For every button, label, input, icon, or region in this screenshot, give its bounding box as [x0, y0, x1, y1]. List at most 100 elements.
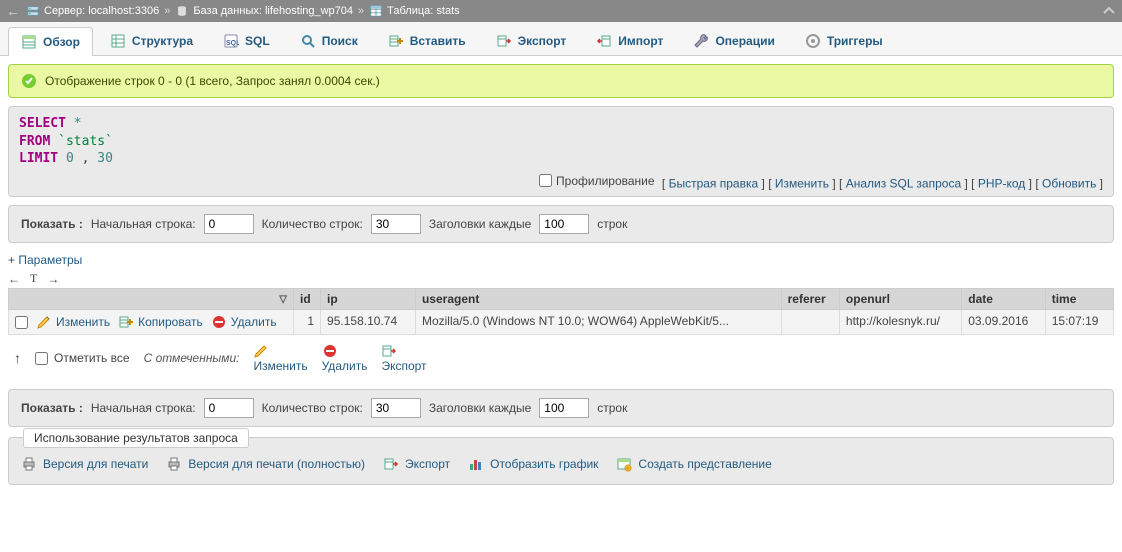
- copy-icon: [118, 314, 134, 330]
- row-delete-link[interactable]: Удалить: [211, 314, 277, 330]
- tab-operations[interactable]: Операции: [680, 26, 787, 55]
- bulk-delete-link[interactable]: Удалить: [322, 343, 368, 373]
- sql-limit-b: 30: [97, 151, 113, 166]
- sql-ident: `stats`: [58, 134, 113, 149]
- print-full-label: Версия для печати (полностью): [188, 457, 365, 471]
- row-count-input[interactable]: [371, 214, 421, 234]
- pagination-controls-top: Показать : Начальная строка: Количество …: [8, 205, 1114, 243]
- server-icon: [26, 4, 40, 18]
- collapse-icon[interactable]: [1102, 4, 1116, 18]
- show-label-bottom: Показать :: [21, 401, 83, 415]
- tab-search[interactable]: Поиск: [287, 26, 371, 55]
- row-count-label: Количество строк:: [262, 217, 363, 231]
- usage-export-link[interactable]: Экспорт: [383, 456, 450, 472]
- crumb-table[interactable]: Таблица: stats: [369, 4, 459, 18]
- headers-every-input[interactable]: [539, 214, 589, 234]
- analyze-link[interactable]: Анализ SQL запроса: [846, 176, 961, 190]
- row-actions: Изменить Копировать Удалить: [15, 314, 287, 330]
- sort-indicator-icon[interactable]: ▽: [279, 294, 287, 305]
- bulk-edit-link[interactable]: Изменить: [253, 343, 307, 373]
- crumb-database-label: База данных: lifehosting_wp704: [193, 5, 353, 17]
- pencil-icon: [253, 343, 269, 359]
- sql-limit-kw: LIMIT: [19, 151, 58, 166]
- usage-chart-label: Отобразить график: [490, 457, 598, 471]
- col-time[interactable]: time: [1045, 289, 1113, 310]
- crumb-database[interactable]: База данных: lifehosting_wp704: [175, 4, 353, 18]
- start-row-input-bottom[interactable]: [204, 398, 254, 418]
- tab-export[interactable]: Экспорт: [483, 26, 580, 55]
- tab-triggers[interactable]: Триггеры: [792, 26, 896, 55]
- profiling-checkbox[interactable]: [539, 174, 552, 187]
- edit-link[interactable]: Изменить: [775, 176, 829, 190]
- export-icon: [496, 33, 512, 49]
- text-mode-icon[interactable]: T: [30, 271, 37, 286]
- usage-box: Использование результатов запроса Версия…: [8, 437, 1114, 485]
- success-icon: [21, 73, 37, 89]
- tab-search-label: Поиск: [322, 34, 358, 48]
- col-ip[interactable]: ip: [321, 289, 416, 310]
- results-header-row: ▽ id ip useragent referer openurl date t…: [9, 289, 1114, 310]
- check-all-toggle[interactable]: Отметить все: [35, 351, 130, 365]
- row-edit-link[interactable]: Изменить: [36, 314, 110, 330]
- move-right-icon[interactable]: →: [47, 272, 59, 286]
- tab-sql[interactable]: SQL SQL: [210, 26, 283, 55]
- row-count-input-bottom[interactable]: [371, 398, 421, 418]
- profiling-toggle[interactable]: Профилирование: [539, 174, 655, 188]
- tab-triggers-label: Триггеры: [827, 34, 883, 48]
- tabs-bar: Обзор Структура SQL SQL Поиск Вставить Э…: [0, 22, 1122, 56]
- print-full-link[interactable]: Версия для печати (полностью): [166, 456, 365, 472]
- quick-edit-link[interactable]: Быстрая правка: [669, 176, 759, 190]
- col-openurl[interactable]: openurl: [839, 289, 961, 310]
- col-id[interactable]: id: [294, 289, 321, 310]
- usage-box-title: Использование результатов запроса: [23, 428, 249, 448]
- bulk-export-link[interactable]: Экспорт: [381, 343, 426, 373]
- sql-limit-a: 0: [66, 151, 74, 166]
- row-copy-link[interactable]: Копировать: [118, 314, 203, 330]
- tab-browse-label: Обзор: [43, 35, 80, 49]
- import-icon: [596, 33, 612, 49]
- usage-export-label: Экспорт: [405, 457, 450, 471]
- tab-import[interactable]: Импорт: [583, 26, 676, 55]
- success-text: Отображение строк 0 - 0 (1 всего, Запрос…: [45, 74, 380, 88]
- col-date[interactable]: date: [962, 289, 1045, 310]
- col-useragent[interactable]: useragent: [415, 289, 781, 310]
- headers-every-input-bottom[interactable]: [539, 398, 589, 418]
- cell-useragent: Mozilla/5.0 (Windows NT 10.0; WOW64) App…: [415, 310, 781, 335]
- printer-icon: [21, 456, 37, 472]
- tab-browse[interactable]: Обзор: [8, 27, 93, 56]
- tab-insert[interactable]: Вставить: [375, 26, 479, 55]
- crumb-sep-2: »: [358, 5, 364, 17]
- usage-chart-link[interactable]: Отобразить график: [468, 456, 598, 472]
- php-link[interactable]: PHP-код: [978, 176, 1025, 190]
- start-row-input[interactable]: [204, 214, 254, 234]
- chart-icon: [468, 456, 484, 472]
- row-checkbox[interactable]: [15, 316, 28, 329]
- bulk-edit-label: Изменить: [253, 359, 307, 373]
- breadcrumb-bar: ← Сервер: localhost:3306 » База данных: …: [0, 0, 1122, 22]
- move-left-icon[interactable]: ←: [8, 272, 20, 286]
- sql-select-kw: SELECT: [19, 116, 66, 131]
- sql-icon: SQL: [223, 33, 239, 49]
- back-icon[interactable]: ←: [6, 3, 20, 19]
- create-view-label: Создать представление: [638, 457, 771, 471]
- print-link[interactable]: Версия для печати: [21, 456, 148, 472]
- sql-query: SELECT * FROM `stats` LIMIT 0 , 30: [19, 115, 1103, 168]
- options-toggle[interactable]: + Параметры: [8, 253, 1114, 267]
- export-icon: [381, 343, 397, 359]
- crumb-server[interactable]: Сервер: localhost:3306: [26, 4, 159, 18]
- create-view-link[interactable]: Создать представление: [616, 456, 771, 472]
- row-count-label-bottom: Количество строк:: [262, 401, 363, 415]
- tab-sql-label: SQL: [245, 34, 270, 48]
- tab-import-label: Импорт: [618, 34, 663, 48]
- col-referer[interactable]: referer: [781, 289, 839, 310]
- pagination-controls-bottom: Показать : Начальная строка: Количество …: [8, 389, 1114, 427]
- svg-text:SQL: SQL: [226, 40, 239, 47]
- table-row: Изменить Копировать Удалить 1 95.158.10.…: [9, 310, 1114, 335]
- query-actions: Профилирование [ Быстрая правка ] [ Изме…: [19, 174, 1103, 191]
- export-icon: [383, 456, 399, 472]
- pencil-icon: [36, 314, 52, 330]
- tab-structure[interactable]: Структура: [97, 26, 206, 55]
- tab-operations-label: Операции: [715, 34, 774, 48]
- check-all-checkbox[interactable]: [35, 352, 48, 365]
- refresh-link[interactable]: Обновить: [1042, 176, 1096, 190]
